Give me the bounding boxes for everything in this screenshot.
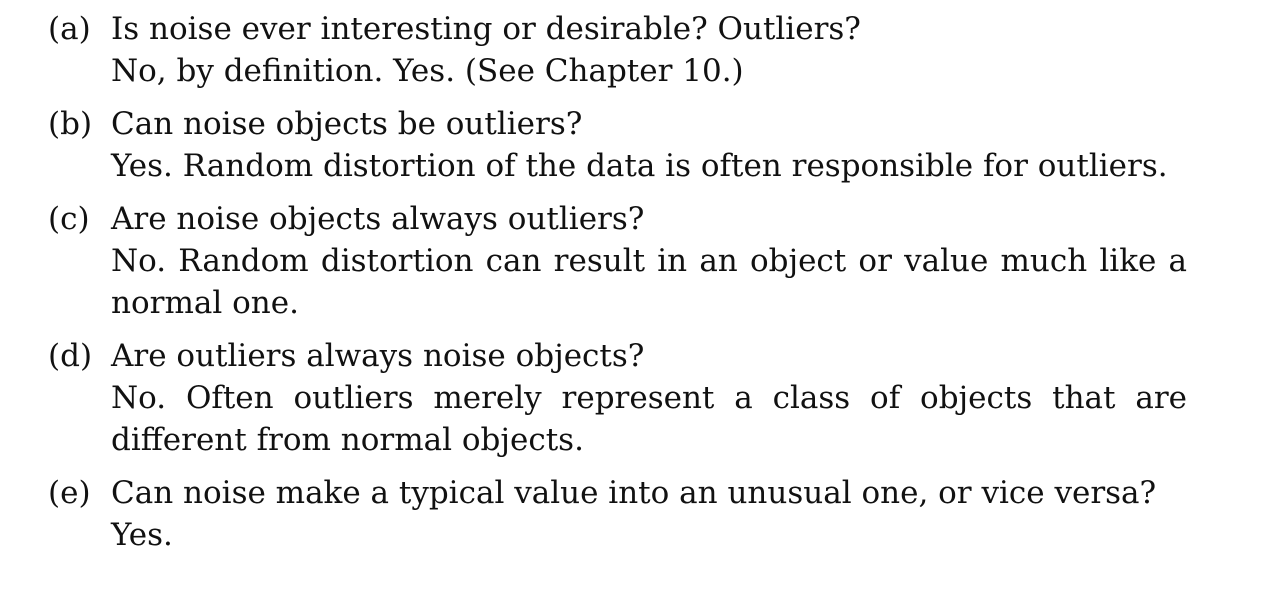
qa-item-b: (b) Can noise objects be outliers? Yes. …	[0, 103, 1262, 187]
qa-item-d: (d) Are outliers always noise objects? N…	[0, 335, 1262, 461]
item-content: Can noise make a typical value into an u…	[111, 472, 1187, 556]
qa-item-c: (c) Are noise objects always outliers? N…	[0, 198, 1262, 324]
answer-text: No. Often outliers merely represent a cl…	[111, 380, 1187, 458]
item-label: (d)	[48, 338, 93, 374]
item-content: Are noise objects always outliers? No. R…	[111, 198, 1187, 324]
qa-item-e: (e) Can noise make a typical value into …	[0, 472, 1262, 556]
qa-item-a: (a) Is noise ever interesting or desirab…	[0, 8, 1262, 92]
question-text: Is noise ever interesting or desirable? …	[111, 11, 861, 47]
item-content: Is noise ever interesting or desirable? …	[111, 8, 1187, 92]
answer-text: Yes. Random distortion of the data is of…	[111, 148, 1168, 184]
question-text: Are noise objects always outliers?	[111, 201, 645, 237]
item-content: Can noise objects be outliers? Yes. Rand…	[111, 103, 1187, 187]
qa-list: (a) Is noise ever interesting or desirab…	[0, 8, 1262, 567]
answer-text: No. Random distortion can result in an o…	[111, 243, 1187, 321]
answer-text: Yes.	[111, 517, 173, 553]
question-text: Can noise make a typical value into an u…	[111, 475, 1157, 511]
item-label: (e)	[48, 475, 91, 511]
item-label: (c)	[48, 201, 90, 237]
item-label: (a)	[48, 11, 91, 47]
item-content: Are outliers always noise objects? No. O…	[111, 335, 1187, 461]
answer-text: No, by definition. Yes. (See Chapter 10.…	[111, 53, 744, 89]
question-text: Are outliers always noise objects?	[111, 338, 645, 374]
item-label: (b)	[48, 106, 93, 142]
question-text: Can noise objects be outliers?	[111, 106, 583, 142]
